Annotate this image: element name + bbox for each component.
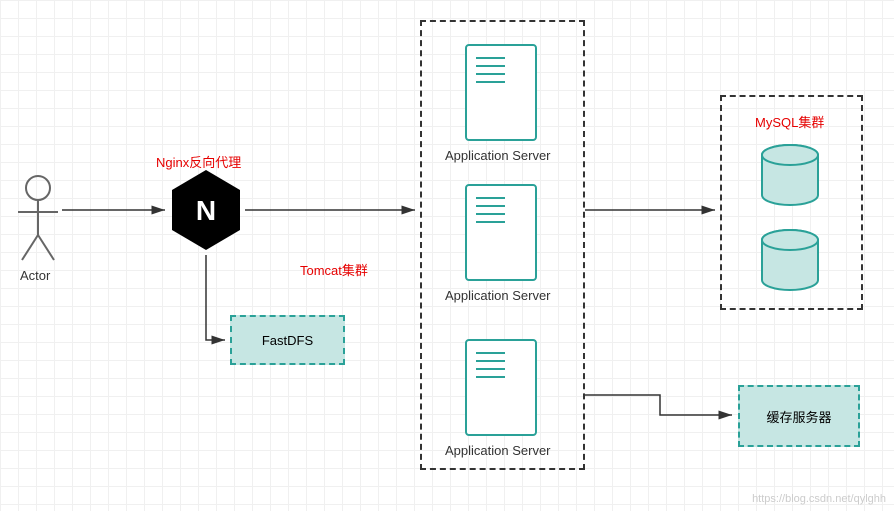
appserver2-label: Application Server [445, 288, 551, 303]
fastdfs-label: FastDFS [262, 333, 313, 348]
svg-text:N: N [196, 195, 216, 226]
arrow-tomcat-cache [585, 395, 732, 415]
tomcat-label: Tomcat集群 [300, 260, 368, 279]
mysql-label: MySQL集群 [755, 112, 824, 131]
nginx-label: Nginx反向代理 [156, 152, 241, 171]
watermark: https://blog.csdn.net/qylghh [752, 493, 886, 505]
fastdfs-box: FastDFS [230, 315, 345, 365]
tomcat-cluster-box [420, 20, 585, 470]
actor-label: Actor [20, 268, 50, 283]
appserver3-label: Application Server [445, 443, 551, 458]
cache-box: 缓存服务器 [738, 385, 860, 447]
actor-figure [18, 176, 58, 260]
cache-label: 缓存服务器 [766, 407, 831, 426]
appserver1-label: Application Server [445, 148, 551, 163]
nginx-icon: N [172, 170, 240, 250]
arrow-nginx-fastdfs [206, 255, 225, 340]
